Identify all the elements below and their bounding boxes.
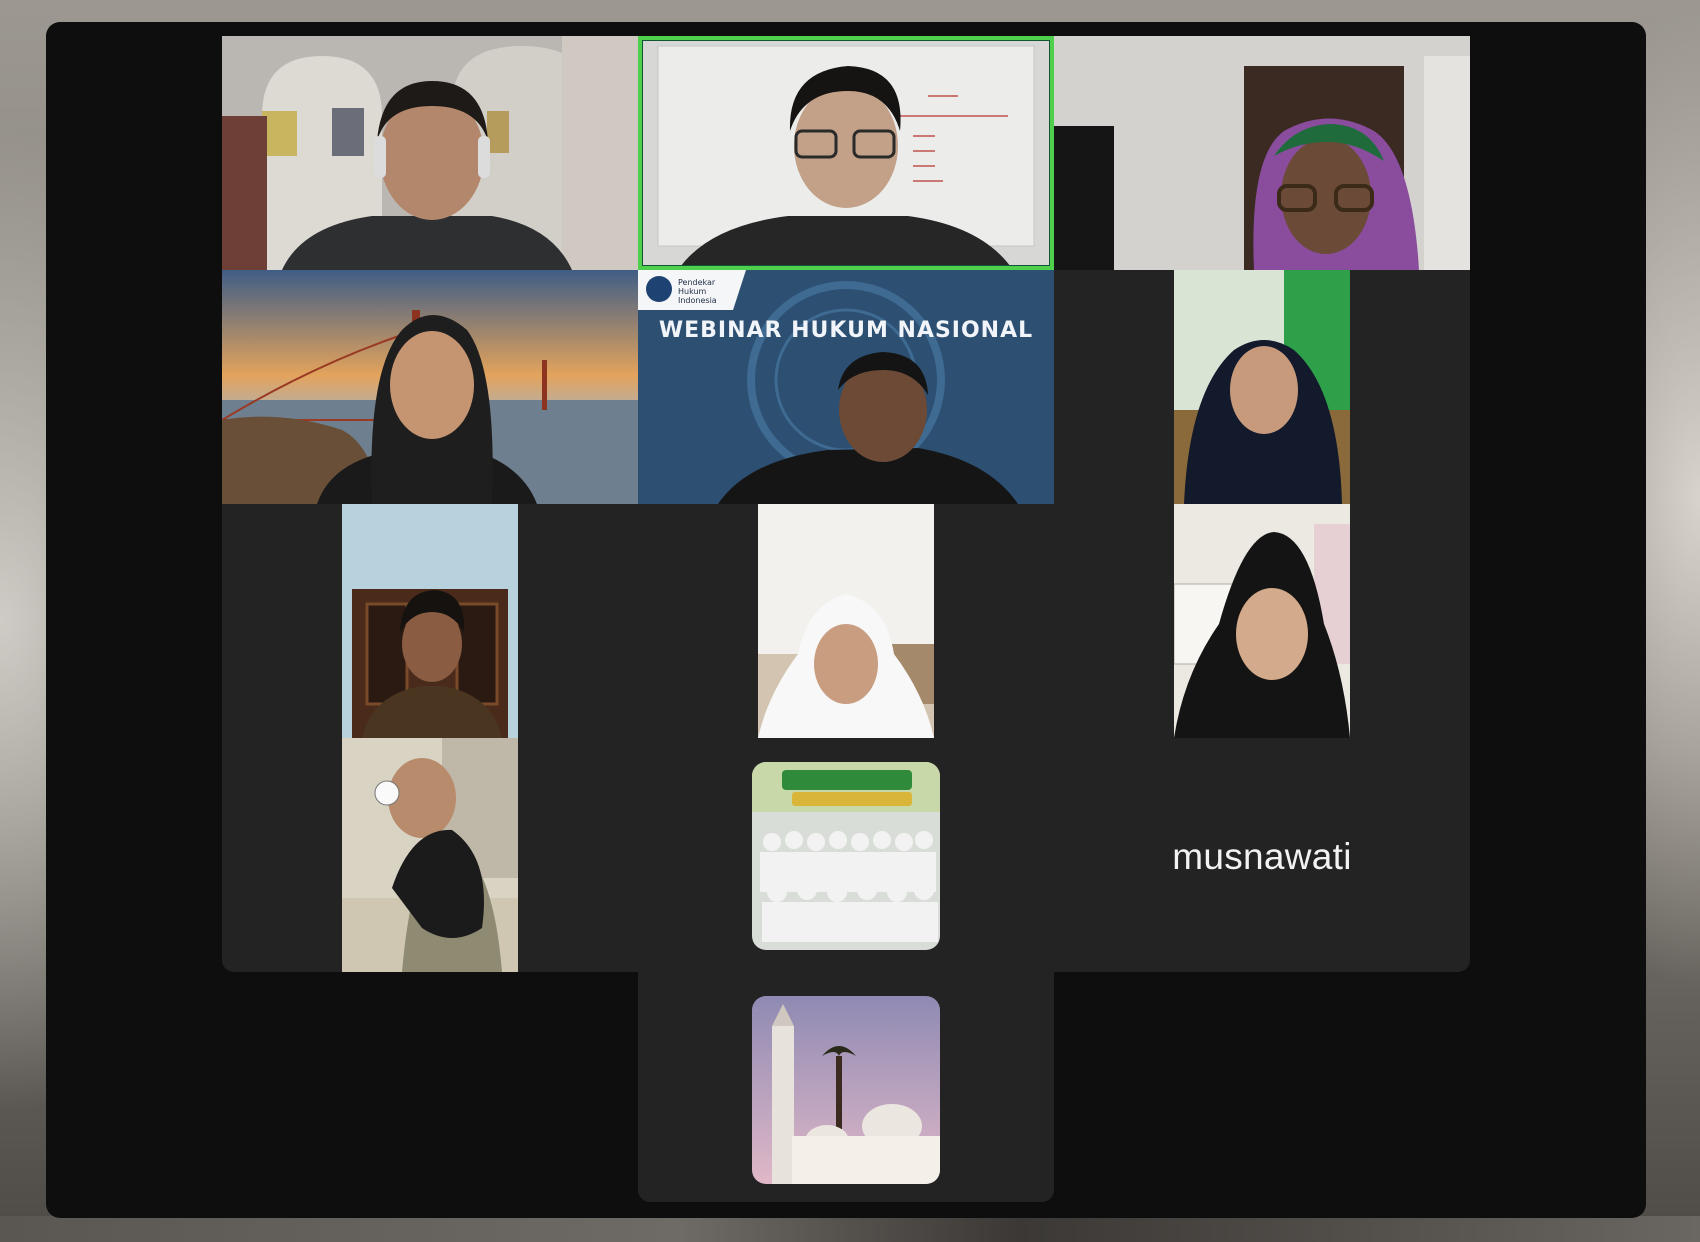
participant-avatar-p12[interactable]: [752, 996, 940, 1184]
participant-video-p10[interactable]: [342, 738, 518, 972]
video-feed-woman-purple-hijab: [1054, 36, 1470, 270]
participant-video-p3[interactable]: [1054, 36, 1470, 270]
video-feed-baby: [342, 738, 518, 972]
video-feed-woman-calendar: [1174, 504, 1350, 738]
video-feed-woman-golden-gate-background: [222, 270, 638, 504]
participant-video-p2-active-speaker[interactable]: [638, 36, 1054, 270]
participant-video-p4[interactable]: [222, 270, 638, 504]
avatar-mosque: [752, 996, 940, 1184]
participant-tile-p13[interactable]: musnawati: [1054, 742, 1470, 972]
org-logo-icon: [646, 276, 672, 302]
participant-avatar-p11[interactable]: [752, 762, 940, 950]
participant-video-p9[interactable]: [1174, 504, 1350, 738]
org-logo-badge: Pendekar Hukum Indonesia: [638, 270, 746, 310]
meeting-window: Pendekar Hukum Indonesia WEBINAR HUKUM N…: [46, 22, 1646, 1218]
participant-video-p1[interactable]: [222, 36, 638, 270]
participant-name-label: musnawati: [1172, 836, 1352, 877]
desktop-bottom-strip: [0, 1216, 1700, 1242]
video-feed-man-cabinet: [342, 504, 518, 738]
participant-video-p7[interactable]: [342, 504, 518, 738]
participant-video-p8[interactable]: [758, 504, 934, 738]
video-feed-man-headphones: [222, 36, 638, 270]
video-feed-woman-green-room: [1174, 270, 1350, 504]
avatar-group-photo: [752, 762, 940, 950]
video-feed-speaker-whiteboard: [638, 36, 1054, 270]
participant-video-p5[interactable]: Pendekar Hukum Indonesia WEBINAR HUKUM N…: [638, 270, 1054, 504]
webinar-title-text: WEBINAR HUKUM NASIONAL: [658, 318, 1034, 343]
org-name-label: Pendekar Hukum Indonesia: [678, 278, 717, 305]
video-feed-woman-white-hijab: [758, 504, 934, 738]
participant-video-p6[interactable]: [1054, 270, 1470, 504]
